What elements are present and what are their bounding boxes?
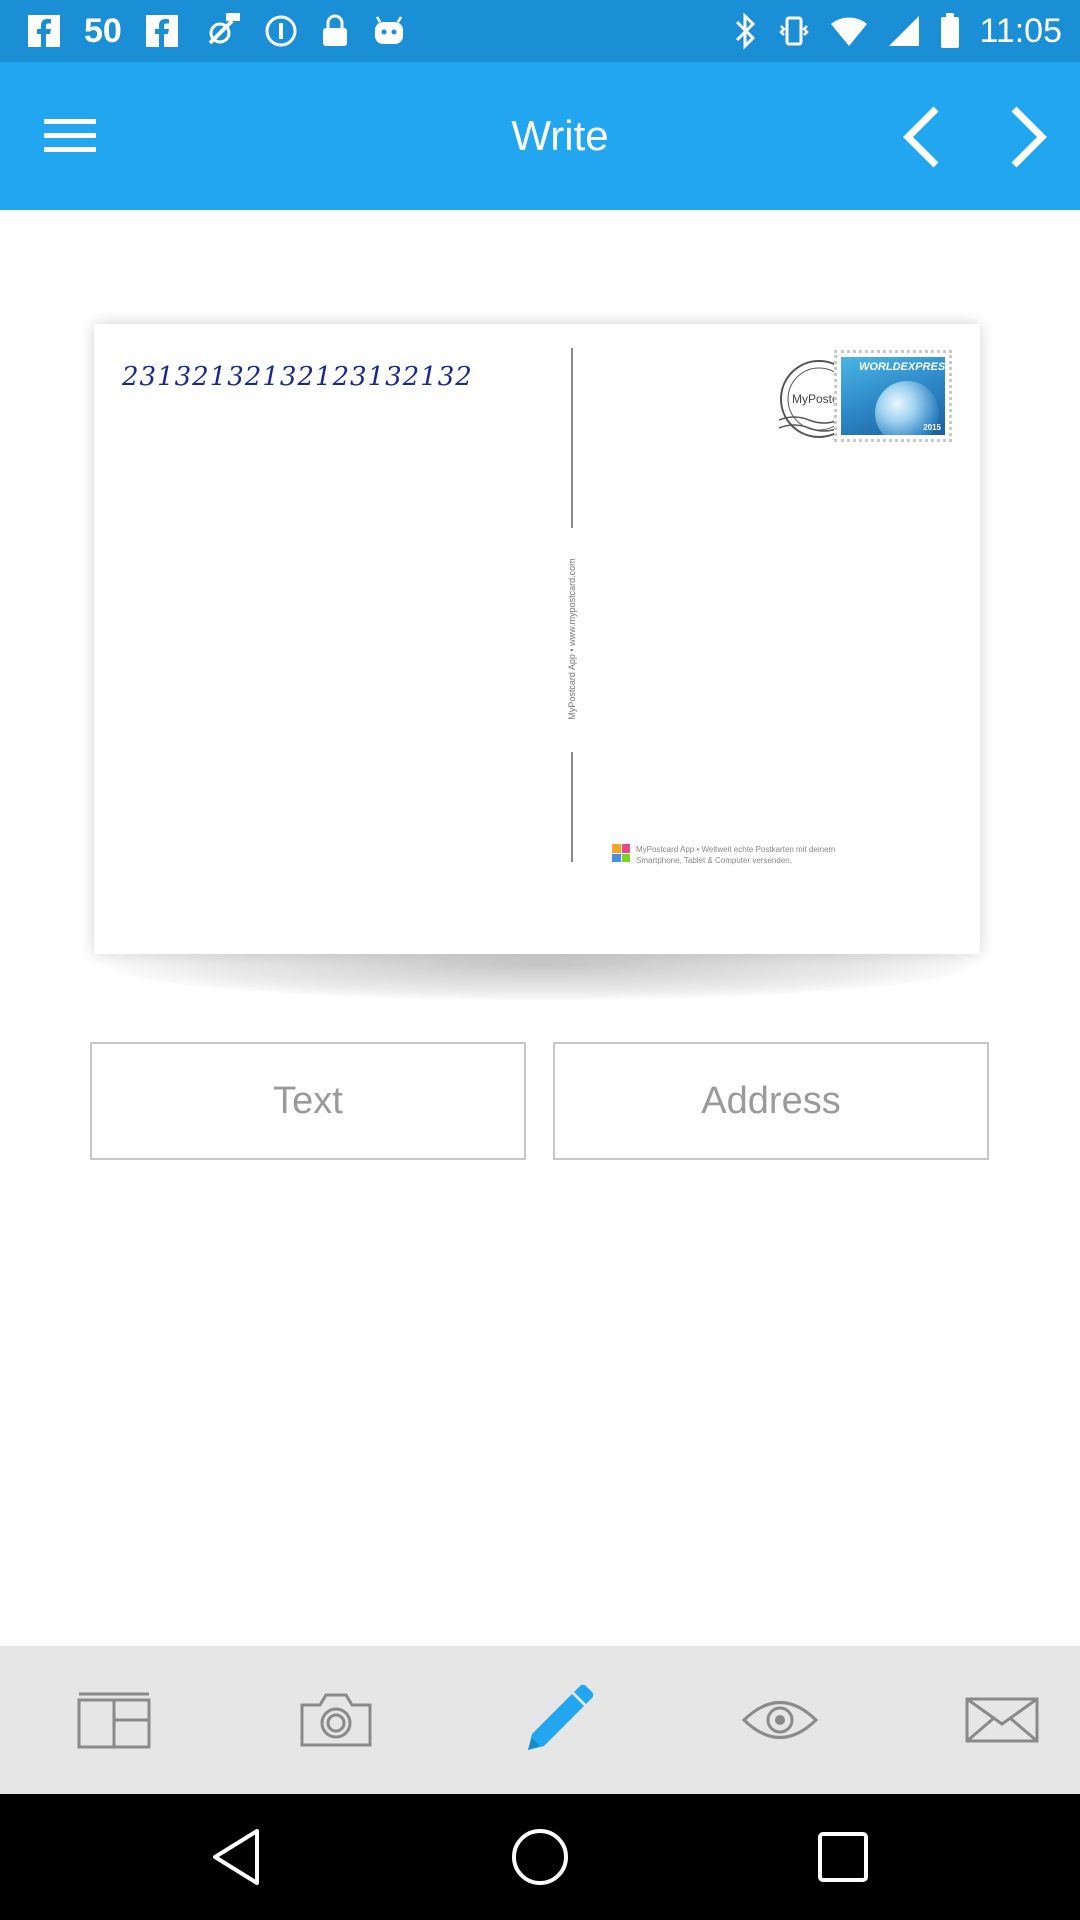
mypostcard-logo-icon (612, 844, 630, 862)
text-tab-button[interactable]: Text (90, 1042, 526, 1160)
postcard-vertical-text: MyPostcard App • www.mypostcard.com (567, 558, 577, 720)
info-icon (264, 0, 298, 62)
facebook-icon (144, 0, 180, 62)
lock-icon (320, 0, 350, 62)
facebook-icon (26, 0, 62, 62)
signal-strength-text: 50 (84, 11, 122, 50)
camera-button[interactable] (228, 1646, 444, 1794)
layout-icon (77, 1692, 151, 1749)
postcard-preview[interactable]: 23132132132123132132 MyPostcard App • ww… (94, 324, 980, 954)
signal-icon (887, 0, 921, 62)
postage-stamp: WORLDEXPRESS 2015 (834, 350, 952, 442)
vibrate-icon (777, 0, 811, 62)
bluetooth-icon (733, 0, 759, 62)
postcard-divider (571, 348, 573, 528)
postcard-divider (571, 752, 573, 862)
status-bar-right: 11:05 (733, 0, 1062, 62)
clock: 11:05 (979, 11, 1062, 50)
preview-button[interactable] (672, 1646, 888, 1794)
chevron-left-icon[interactable] (890, 102, 954, 172)
eye-icon (741, 1701, 819, 1739)
stamp-year: 2015 (923, 423, 941, 432)
chevron-right-icon[interactable] (996, 102, 1060, 172)
back-icon[interactable] (162, 1794, 312, 1920)
hamburger-menu-icon[interactable] (40, 106, 100, 166)
postcard-footer-text: MyPostcard App • Weltweit echte Postkart… (636, 845, 836, 865)
app-bar: Write (0, 62, 1080, 210)
home-icon[interactable] (465, 1794, 615, 1920)
wifi-icon (829, 0, 869, 62)
camera-icon (300, 1693, 372, 1747)
android-icon (372, 0, 406, 62)
battery-icon (939, 0, 961, 62)
system-navigation-bar (0, 1794, 1080, 1920)
status-bar: 50 11:05 (0, 0, 1080, 62)
status-bar-left: 50 (26, 0, 406, 62)
address-tab-button[interactable]: Address (553, 1042, 989, 1160)
envelope-icon (965, 1697, 1039, 1743)
layout-button[interactable] (6, 1646, 222, 1794)
postcard-footer: MyPostcard App • Weltweit echte Postkart… (612, 844, 866, 866)
bottom-toolbar (0, 1646, 1080, 1794)
stamp-label: WORLDEXPRESS (859, 361, 945, 373)
pencil-icon (528, 1684, 594, 1750)
postcard-message: 23132132132123132132 (122, 362, 473, 392)
write-button[interactable] (450, 1646, 666, 1794)
recents-icon[interactable] (768, 1794, 918, 1920)
send-button[interactable] (894, 1646, 1080, 1794)
fake-gps-icon (202, 0, 242, 62)
